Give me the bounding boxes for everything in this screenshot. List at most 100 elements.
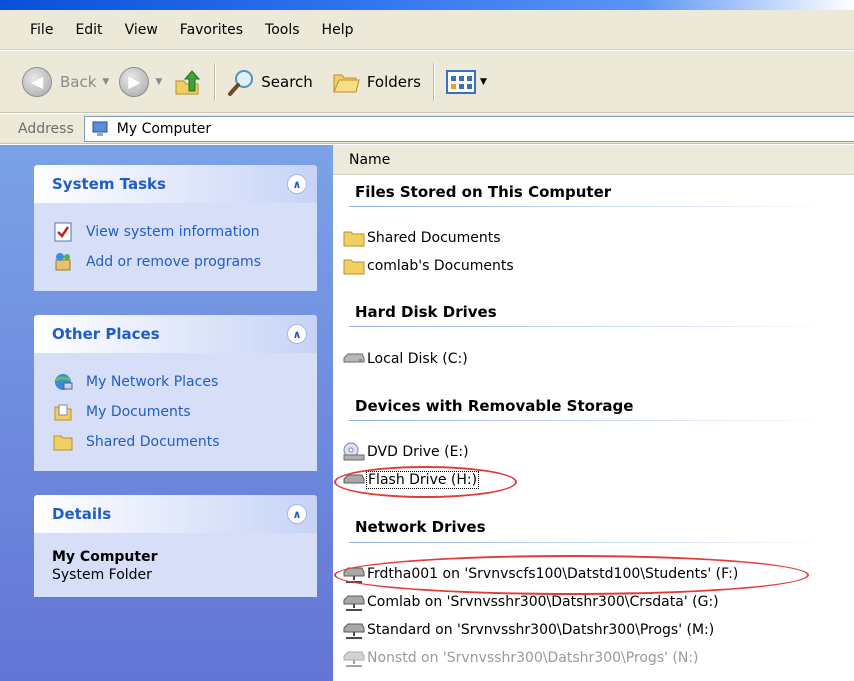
details-title: Details bbox=[52, 505, 112, 523]
folder-icon bbox=[341, 255, 367, 277]
network-drive-icon bbox=[341, 591, 367, 613]
up-folder-icon bbox=[175, 69, 201, 94]
search-icon bbox=[228, 69, 254, 96]
toolbar-separator bbox=[214, 62, 216, 101]
list-item-shared-documents[interactable]: Shared Documents bbox=[341, 226, 501, 250]
address-value: My Computer bbox=[116, 120, 212, 137]
views-dropdown-icon: ▼ bbox=[479, 76, 487, 87]
menu-view[interactable]: View bbox=[125, 20, 158, 40]
file-list: Name Files Stored on This Computer Share… bbox=[333, 145, 854, 681]
collapse-chevron-icon[interactable]: ∧ bbox=[287, 174, 307, 194]
folders-button-label: Folders bbox=[366, 72, 421, 91]
list-item-local-disk-c[interactable]: Local Disk (C:) bbox=[341, 347, 468, 371]
system-tasks-title: System Tasks bbox=[52, 175, 166, 193]
details-name: My Computer bbox=[52, 549, 158, 565]
system-information-icon bbox=[52, 221, 74, 243]
network-drive-icon bbox=[341, 563, 367, 585]
place-my-network-places[interactable]: My Network Places bbox=[52, 367, 305, 397]
address-label: Address bbox=[18, 120, 74, 137]
my-documents-icon bbox=[52, 401, 74, 423]
task-label: Add or remove programs bbox=[86, 254, 261, 270]
list-item-network-drive-m[interactable]: Standard on 'Srvnvsshr300\Datshr300\Prog… bbox=[341, 618, 714, 642]
item-label: Comlab on 'Srvnvsshr300\Datshr300\Crsdat… bbox=[367, 594, 719, 610]
place-label: My Documents bbox=[86, 404, 191, 420]
menu-file[interactable]: File bbox=[30, 20, 53, 40]
group-title-removable: Devices with Removable Storage bbox=[355, 397, 634, 415]
place-label: My Network Places bbox=[86, 374, 219, 390]
menu-edit[interactable]: Edit bbox=[75, 20, 102, 40]
details-panel: Details ∧ My Computer System Folder bbox=[34, 495, 317, 597]
list-item-comlab-documents[interactable]: comlab's Documents bbox=[341, 254, 514, 278]
menu-bar: File Edit View Favorites Tools Help bbox=[0, 10, 854, 50]
menu-tools[interactable]: Tools bbox=[265, 20, 300, 40]
menu-help[interactable]: Help bbox=[322, 20, 354, 40]
collapse-chevron-icon[interactable]: ∧ bbox=[287, 324, 307, 344]
forward-dropdown-icon[interactable]: ▼ bbox=[155, 77, 162, 87]
network-drive-icon bbox=[341, 619, 367, 641]
item-label: Flash Drive (H:) bbox=[365, 471, 480, 489]
toolbar-separator bbox=[432, 62, 434, 101]
network-places-icon bbox=[52, 371, 74, 393]
item-label: Frdtha001 on 'Srvnvscfs100\Datstd100\Stu… bbox=[367, 566, 739, 582]
forward-button[interactable]: ▶ bbox=[119, 64, 150, 100]
folders-icon bbox=[333, 74, 360, 92]
list-item-network-drive-n[interactable]: Nonstd on 'Srvnvsshr300\Datshr300\Progs'… bbox=[341, 646, 699, 670]
back-button-label: Back bbox=[60, 72, 97, 91]
dvd-drive-icon bbox=[341, 441, 367, 463]
list-item-network-drive-f[interactable]: Frdtha001 on 'Srvnvscfs100\Datstd100\Stu… bbox=[341, 562, 738, 586]
other-places-panel: Other Places ∧ My Network Places My Docu… bbox=[34, 315, 317, 471]
place-label: Shared Documents bbox=[86, 434, 220, 450]
item-label: comlab's Documents bbox=[367, 258, 514, 274]
place-my-documents[interactable]: My Documents bbox=[52, 397, 305, 427]
task-label: View system information bbox=[86, 224, 260, 240]
back-dropdown-icon[interactable]: ▼ bbox=[102, 77, 109, 87]
place-shared-documents[interactable]: Shared Documents bbox=[52, 427, 305, 457]
add-remove-programs-icon bbox=[52, 251, 74, 273]
list-item-network-drive-g[interactable]: Comlab on 'Srvnvsshr300\Datshr300\Crsdat… bbox=[341, 590, 719, 614]
item-label: Shared Documents bbox=[367, 230, 501, 246]
my-computer-icon bbox=[92, 121, 108, 136]
hard-disk-icon bbox=[341, 348, 367, 370]
collapse-chevron-icon[interactable]: ∧ bbox=[287, 504, 307, 524]
back-button[interactable]: ◀ Back bbox=[22, 64, 96, 100]
item-label: DVD Drive (E:) bbox=[367, 444, 469, 460]
forward-arrow-icon: ▶ bbox=[119, 66, 150, 97]
up-folder-button[interactable] bbox=[172, 64, 202, 100]
menu-favorites[interactable]: Favorites bbox=[180, 20, 243, 40]
folder-icon bbox=[341, 227, 367, 249]
folders-button[interactable]: Folders bbox=[331, 64, 421, 100]
window-title-strip bbox=[0, 0, 854, 10]
system-tasks-body: View system information Add or remove pr… bbox=[34, 203, 317, 291]
flash-drive-icon bbox=[341, 469, 367, 491]
group-title-network: Network Drives bbox=[355, 518, 486, 536]
group-title-files: Files Stored on This Computer bbox=[355, 183, 612, 201]
item-label: Nonstd on 'Srvnvsshr300\Datshr300\Progs'… bbox=[367, 650, 699, 666]
folder-icon bbox=[52, 431, 74, 453]
column-header-label: Name bbox=[349, 151, 391, 168]
toolbar: ◀ Back ▼ ▶ ▼ Search Folders ▼ bbox=[0, 51, 854, 113]
other-places-body: My Network Places My Documents Shared Do… bbox=[34, 353, 317, 471]
details-type: System Folder bbox=[52, 567, 152, 583]
task-pane: System Tasks ∧ View system information A… bbox=[0, 145, 333, 681]
group-divider bbox=[349, 420, 839, 421]
list-item-flash-drive-h[interactable]: Flash Drive (H:) bbox=[341, 468, 480, 492]
system-tasks-header[interactable]: System Tasks ∧ bbox=[34, 165, 317, 203]
group-divider bbox=[349, 206, 839, 207]
item-label: Standard on 'Srvnvsshr300\Datshr300\Prog… bbox=[367, 622, 715, 638]
views-button[interactable]: ▼ bbox=[445, 64, 487, 100]
list-item-dvd-drive-e[interactable]: DVD Drive (E:) bbox=[341, 440, 469, 464]
item-label: Local Disk (C:) bbox=[367, 351, 468, 367]
column-header-name[interactable]: Name bbox=[333, 145, 854, 175]
task-add-remove-programs[interactable]: Add or remove programs bbox=[52, 247, 305, 277]
search-button-label: Search bbox=[261, 72, 313, 91]
group-divider bbox=[349, 326, 839, 327]
task-view-system-information[interactable]: View system information bbox=[52, 217, 305, 247]
back-arrow-icon: ◀ bbox=[22, 66, 52, 97]
other-places-header[interactable]: Other Places ∧ bbox=[34, 315, 317, 353]
details-header[interactable]: Details ∧ bbox=[34, 495, 317, 533]
system-tasks-panel: System Tasks ∧ View system information A… bbox=[34, 165, 317, 291]
network-drive-icon bbox=[341, 647, 367, 669]
details-body: My Computer System Folder bbox=[34, 533, 317, 597]
address-input[interactable]: My Computer bbox=[83, 115, 854, 142]
search-button[interactable]: Search bbox=[227, 64, 313, 100]
